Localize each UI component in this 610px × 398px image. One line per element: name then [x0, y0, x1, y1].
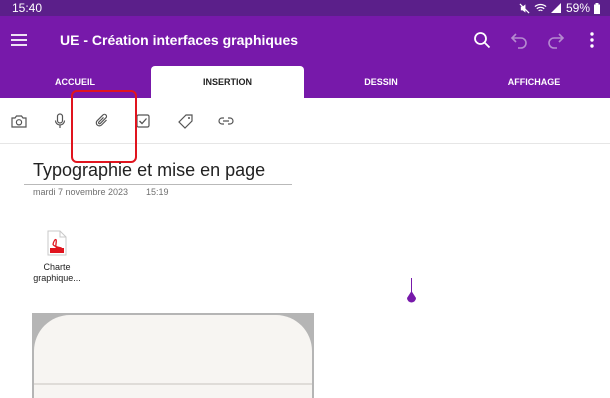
microphone-icon[interactable]	[51, 112, 69, 130]
image-preview[interactable]	[32, 313, 314, 398]
tab-accueil[interactable]: ACCUEIL	[0, 66, 150, 98]
status-time: 15:40	[12, 1, 43, 15]
preview-card	[34, 315, 312, 398]
wifi-icon	[534, 3, 547, 13]
tab-dessin[interactable]: DESSIN	[305, 66, 457, 98]
pdf-file-icon	[47, 230, 67, 256]
app-bar: UE - Création interfaces graphiques	[0, 16, 610, 66]
checkbox-icon[interactable]	[134, 112, 152, 130]
status-bar: 15:40 59%	[0, 0, 610, 16]
cursor-handle[interactable]	[406, 291, 417, 305]
file-attachment[interactable]: Charte graphique...	[26, 230, 88, 284]
attachment-name-line1: Charte	[43, 262, 71, 272]
mute-icon	[519, 2, 530, 14]
tag-icon[interactable]	[176, 112, 194, 130]
page-time: 15:19	[146, 187, 169, 197]
status-icons: 59%	[519, 1, 600, 15]
battery-icon	[594, 2, 600, 14]
signal-icon	[550, 3, 562, 13]
link-icon[interactable]	[217, 112, 235, 130]
search-icon[interactable]	[472, 30, 492, 50]
more-icon[interactable]	[582, 30, 602, 50]
page-title[interactable]: Typographie et mise en page	[33, 160, 265, 181]
attachment-name-line2: graphique...	[33, 273, 81, 283]
tab-insertion[interactable]: INSERTION	[151, 66, 304, 98]
title-divider	[24, 184, 292, 185]
ribbon-tabs: ACCUEIL INSERTION DESSIN AFFICHAGE	[0, 66, 610, 98]
menu-icon[interactable]	[10, 31, 28, 49]
attachment-icon[interactable]	[93, 112, 111, 130]
notebook-title: UE - Création interfaces graphiques	[60, 32, 299, 48]
tab-affichage[interactable]: AFFICHAGE	[458, 66, 610, 98]
preview-divider	[34, 383, 312, 385]
undo-icon[interactable]	[509, 30, 529, 50]
redo-icon[interactable]	[546, 30, 566, 50]
camera-icon[interactable]	[10, 112, 28, 130]
battery-percent: 59%	[565, 1, 590, 15]
page-date: mardi 7 novembre 2023	[33, 187, 129, 197]
insert-toolbar	[0, 98, 610, 144]
